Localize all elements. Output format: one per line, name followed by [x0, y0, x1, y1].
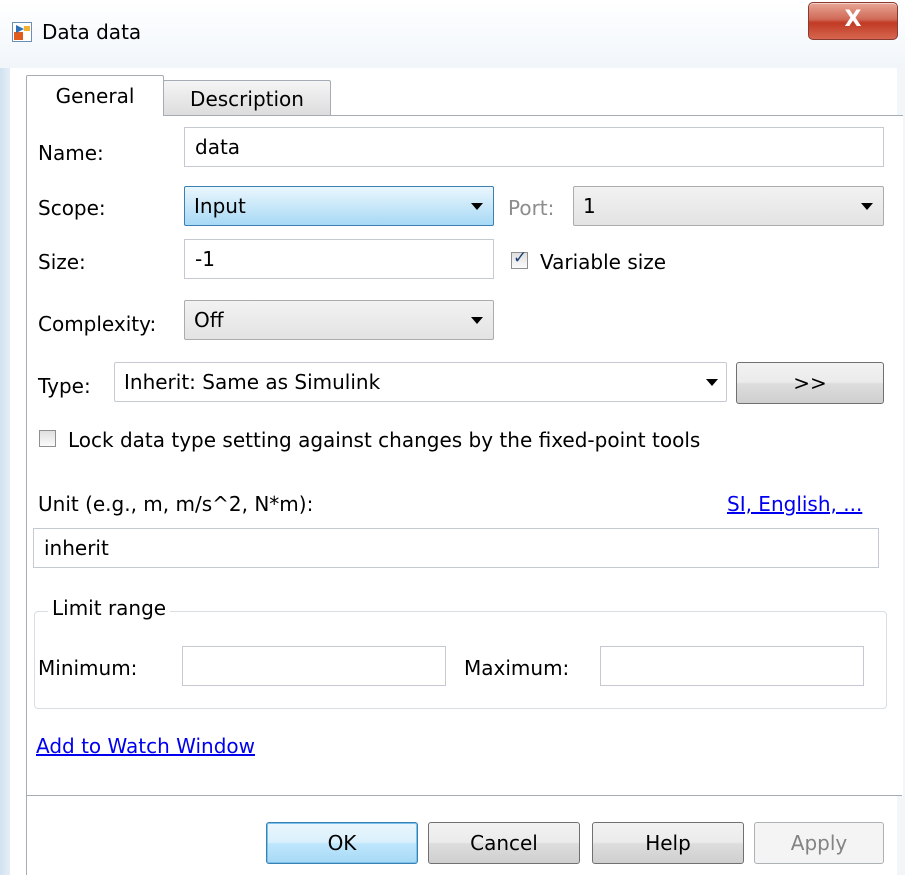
tab-general[interactable]: General	[26, 75, 164, 116]
minimum-label: Minimum:	[38, 656, 138, 680]
port-value: 1	[583, 194, 596, 218]
size-field[interactable]: -1	[184, 239, 494, 279]
add-to-watch-window-link[interactable]: Add to Watch Window	[36, 732, 255, 760]
scope-dropdown[interactable]: Input	[184, 186, 494, 226]
simulink-data-icon	[12, 22, 32, 42]
complexity-value: Off	[194, 308, 224, 332]
help-button[interactable]: Help	[592, 822, 744, 864]
cancel-button[interactable]: Cancel	[428, 822, 580, 864]
unit-label: Unit (e.g., m, m/s^2, N*m):	[38, 492, 314, 516]
lock-data-type-checkbox[interactable]	[39, 430, 56, 447]
window-title: Data data	[42, 20, 142, 44]
divider	[26, 795, 27, 875]
maximum-field[interactable]	[600, 646, 864, 686]
divider	[26, 795, 902, 796]
tab-description[interactable]: Description	[163, 80, 331, 116]
type-value: Inherit: Same as Simulink	[124, 370, 381, 394]
chevron-down-icon	[706, 379, 718, 386]
unit-systems-link[interactable]: SI, English, ...	[727, 490, 862, 518]
apply-button[interactable]: Apply	[754, 822, 884, 864]
scope-value: Input	[194, 194, 246, 218]
variable-size-label: Variable size	[540, 250, 667, 274]
variable-size-checkbox[interactable]	[511, 248, 528, 269]
complexity-dropdown[interactable]: Off	[184, 300, 494, 340]
name-field[interactable]: data	[184, 127, 884, 167]
size-label: Size:	[38, 250, 86, 274]
dialog-content: Description General Name: data Scope: In…	[10, 68, 903, 875]
chevron-down-icon	[471, 317, 483, 324]
chevron-down-icon	[861, 203, 873, 210]
port-dropdown[interactable]: 1	[573, 186, 884, 226]
close-icon: X	[844, 7, 862, 32]
type-label: Type:	[38, 374, 91, 398]
title-bar[interactable]: Data data X	[0, 0, 905, 68]
data-type-assistant-button[interactable]: >>	[736, 362, 884, 404]
minimum-field[interactable]	[182, 646, 446, 686]
data-properties-dialog: Data data X Description General Name: da…	[0, 0, 905, 875]
window-frame-left	[0, 68, 10, 875]
unit-field[interactable]: inherit	[33, 528, 879, 568]
port-label: Port:	[508, 196, 555, 220]
limit-range-legend: Limit range	[48, 594, 171, 622]
lock-data-type-label: Lock data type setting against changes b…	[68, 428, 701, 452]
name-label: Name:	[38, 141, 104, 165]
chevron-down-icon	[471, 203, 483, 210]
maximum-label: Maximum:	[464, 656, 570, 680]
type-dropdown[interactable]: Inherit: Same as Simulink	[114, 362, 727, 402]
ok-button[interactable]: OK	[266, 822, 418, 864]
close-button[interactable]: X	[808, 2, 898, 40]
scope-label: Scope:	[38, 196, 106, 220]
complexity-label: Complexity:	[38, 312, 157, 336]
